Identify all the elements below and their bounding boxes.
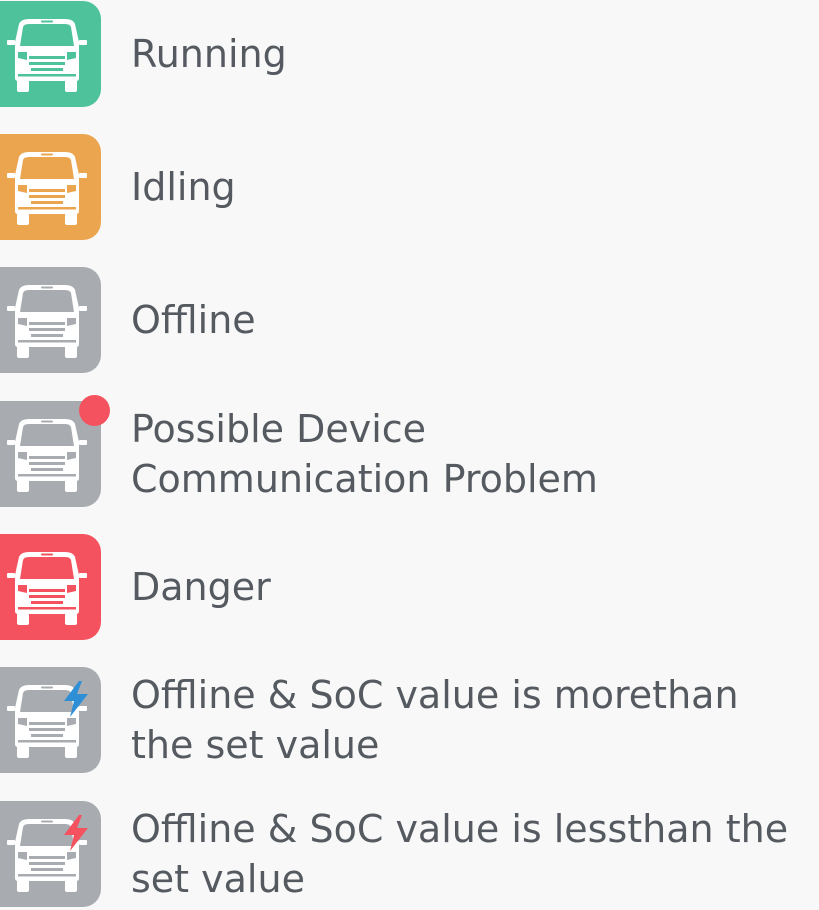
legend-item-soc-more: Offline & SoC value is morethan the set … (0, 667, 819, 773)
legend-label: Running (131, 32, 287, 76)
van-icon (7, 551, 87, 625)
legend-item-communication-problem: Possible Device Communication Problem (0, 395, 819, 507)
legend-label: Offline (131, 298, 256, 342)
legend-label-line-2: set value (131, 857, 305, 901)
legend-label-line-2: Communication Problem (131, 457, 598, 501)
van-icon (7, 418, 87, 492)
status-legend: Running Idling Offline Possible Device C… (0, 0, 819, 910)
legend-label: Danger (131, 565, 271, 609)
status-icon-soc-less (0, 801, 101, 907)
legend-item-running: Running (0, 1, 819, 107)
lightning-bolt-icon (62, 815, 90, 851)
legend-label-line-1: Possible Device (131, 407, 427, 451)
status-icon-soc-more (0, 667, 101, 773)
legend-item-offline: Offline (0, 267, 819, 373)
legend-item-soc-less: Offline & SoC value is lessthan the set … (0, 801, 819, 907)
alert-dot-icon (79, 395, 110, 426)
legend-label-line-2: the set value (131, 723, 380, 767)
legend-label-line-1: Offline & SoC value is morethan (131, 673, 739, 717)
van-icon (7, 284, 87, 358)
legend-label: Idling (131, 165, 236, 209)
van-icon (7, 151, 87, 225)
legend-label-line-1: Offline & SoC value is lessthan the (131, 807, 789, 851)
legend-item-idling: Idling (0, 134, 819, 240)
lightning-bolt-icon (62, 681, 90, 717)
status-icon-danger (0, 534, 101, 640)
van-icon (7, 18, 87, 92)
status-icon-offline (0, 267, 101, 373)
status-icon-running (0, 1, 101, 107)
status-icon-idling (0, 134, 101, 240)
legend-item-danger: Danger (0, 534, 819, 640)
